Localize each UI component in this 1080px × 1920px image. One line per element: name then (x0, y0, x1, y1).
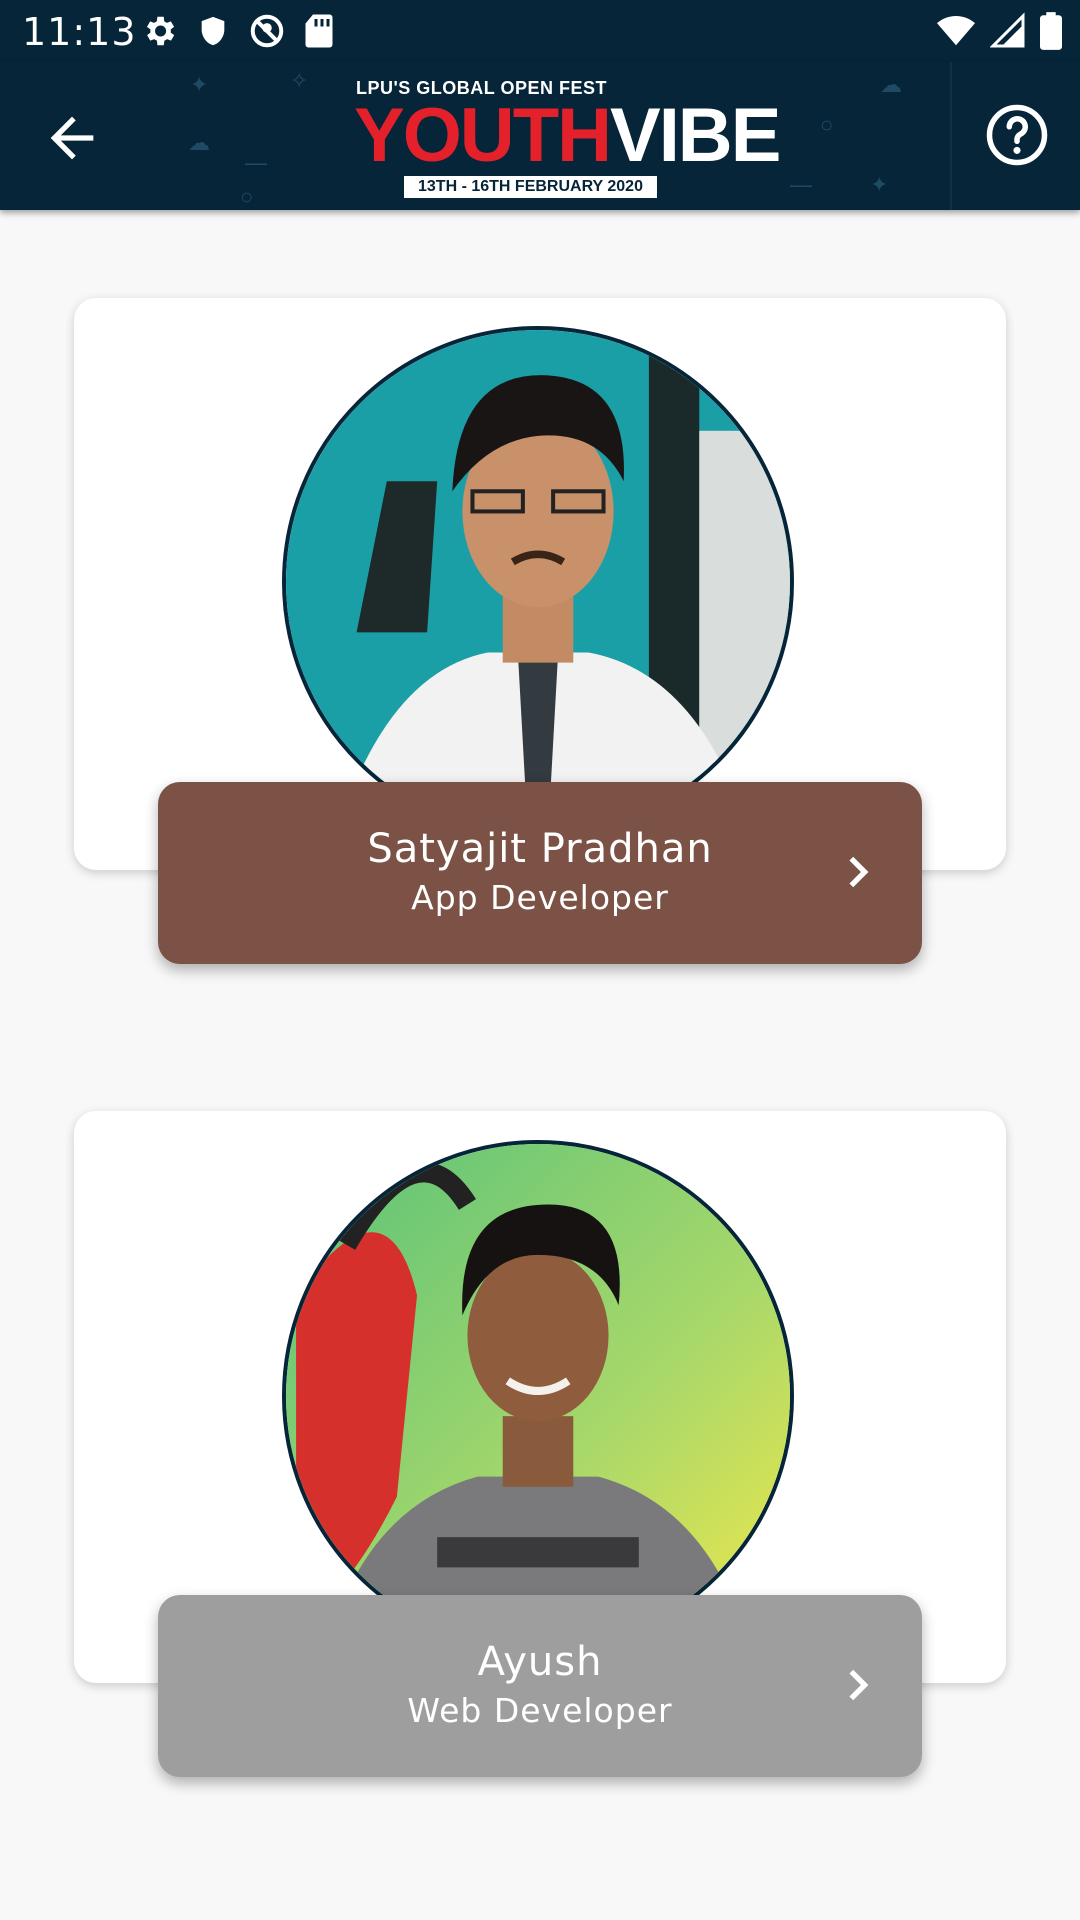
avatar (282, 1140, 794, 1652)
app-bar: ✦ ✧ — ☁ ○ ✦ ☁ — ○ LPU'S GLOBAL OPEN FEST… (0, 62, 1080, 210)
member-name: Ayush (477, 1639, 603, 1685)
member-role: Web Developer (407, 1691, 673, 1730)
chevron-right-icon (849, 1669, 869, 1701)
member-banner[interactable]: Ayush Web Developer (158, 1595, 922, 1777)
status-bar: 11:13 (0, 0, 1080, 62)
status-time: 11:13 (22, 10, 137, 54)
no-location-icon (250, 14, 284, 48)
arrow-back-icon[interactable] (40, 106, 104, 170)
member-role: App Developer (411, 878, 669, 917)
wifi-icon (937, 15, 975, 46)
youthvibe-logo: LPU'S GLOBAL OPEN FEST YOUTHVIBE 13TH - … (354, 76, 781, 198)
sd-card-icon (305, 14, 333, 48)
signal-icon (990, 12, 1025, 48)
settings-icon (146, 16, 175, 46)
battery-icon (1040, 12, 1062, 50)
member-name: Satyajit Pradhan (367, 826, 713, 872)
logo-wordmark: YOUTHVIBE (354, 93, 781, 178)
avatar (282, 326, 794, 838)
shield-icon (201, 16, 225, 46)
help-circle-icon[interactable] (984, 102, 1050, 168)
app-bar-divider (950, 62, 952, 210)
logo-dates: 13TH - 16TH FEBRUARY 2020 (404, 176, 657, 198)
member-banner[interactable]: Satyajit Pradhan App Developer (158, 782, 922, 964)
chevron-right-icon (849, 856, 869, 888)
